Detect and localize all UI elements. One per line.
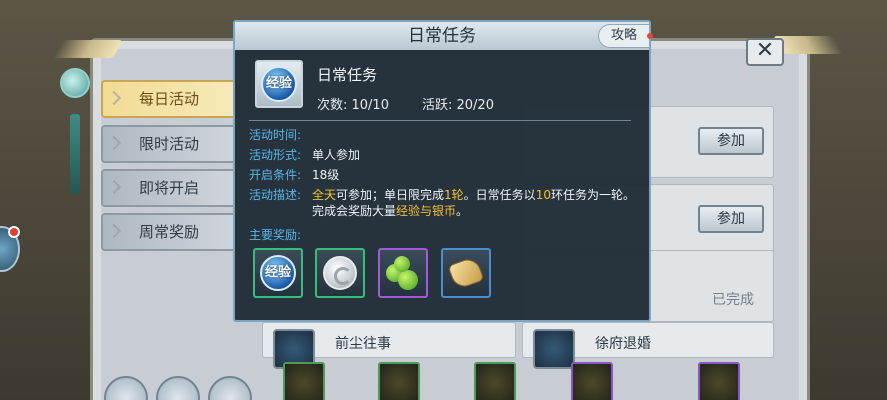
description-label: 活动描述: [249,188,302,202]
condition-value: 18级 [312,168,340,182]
reward-slot-scroll[interactable] [441,248,491,298]
desc-text: 环任务为一轮。 [550,188,635,202]
condition-label: 开启条件: [249,168,302,182]
tab-label: 周常奖励 [138,223,199,241]
activity-card-xufu[interactable]: 徐府退婚 [522,322,774,369]
guide-button[interactable]: 攻略 [598,24,653,48]
jade-icon [60,68,90,98]
claimed-reward-icon [474,362,516,400]
task-activity-points: 活跃: 20/20 [422,98,494,113]
desc-text: 完成会奖励大量 [312,204,397,218]
task-count: 次数: 10/10 [317,98,389,113]
description-line-2: 完成会奖励大量经验与银币。 [312,202,468,219]
desc-highlight: 10 [535,188,551,202]
desc-text: 。日常任务以 [463,188,536,202]
desc-text: 可参加；单日限完成 [336,188,445,202]
divider [249,120,631,121]
form-label: 活动形式: [249,148,302,162]
tab-label: 即将开启 [138,179,199,197]
tab-label: 每日活动 [138,90,199,108]
activity-thumbnail [533,329,575,369]
description-line-1: 全天可参加；单日限完成1轮。日常任务以10环任务为一轮。 [312,186,635,203]
desc-highlight: 1轮 [444,188,464,202]
desc-highlight: 经验与银币 [396,204,457,218]
tassel-icon [70,114,80,194]
activity-title: 前尘往事 [335,336,391,352]
activity-title: 徐府退婚 [595,336,651,352]
claimed-reward-icon [571,362,613,400]
completed-status: 已完成 [712,292,754,308]
claimed-reward-icon [698,362,740,400]
reward-slot-exp[interactable]: 经验 [253,248,303,298]
chevron-icon [106,179,122,195]
chevron-icon [106,223,122,239]
activity-card-qianchen[interactable]: 前尘往事 [262,322,516,369]
desc-text: 。 [456,204,469,218]
rewards-label: 主要奖励: [249,228,302,242]
form-value: 单人参加 [312,148,361,162]
silver-coin-icon [323,256,357,290]
golden-scroll-icon [447,255,485,291]
green-fruit-icon [398,270,418,290]
chevron-icon [106,90,122,106]
claimed-reward-icon [378,362,420,400]
tab-weekly-rewards[interactable]: 周常奖励 [101,213,237,251]
close-button[interactable]: ✕ [746,38,784,66]
green-fruit-icon [394,256,410,272]
jade-pendant-icon [60,68,90,194]
claimed-reward-icon [283,362,325,400]
chevron-icon [106,135,122,151]
reward-slot-fruit[interactable] [378,248,428,298]
left-ornament [52,40,124,58]
exp-orb-icon: 经验 [261,66,297,102]
exp-orb-icon: 经验 [260,255,296,291]
join-button[interactable]: 参加 [698,127,764,155]
popup-title: 日常任务 [235,22,649,50]
desc-highlight: 全天 [312,188,337,202]
tab-daily-activity[interactable]: 每日活动 [101,80,237,118]
tab-limited-activity[interactable]: 限时活动 [101,125,237,163]
time-label: 活动时间: [249,128,302,142]
reward-slot-silver[interactable] [315,248,365,298]
join-button[interactable]: 参加 [698,205,764,233]
tab-upcoming[interactable]: 即将开启 [101,169,237,207]
task-name: 日常任务 [317,66,378,84]
task-detail-popup: 日常任务 攻略 经验 日常任务 次数: 10/10 活跃: 20/20 活动时间… [233,20,653,322]
task-icon-frame: 经验 [255,60,303,108]
tab-label: 限时活动 [138,135,199,153]
notification-dot-icon [8,226,20,238]
